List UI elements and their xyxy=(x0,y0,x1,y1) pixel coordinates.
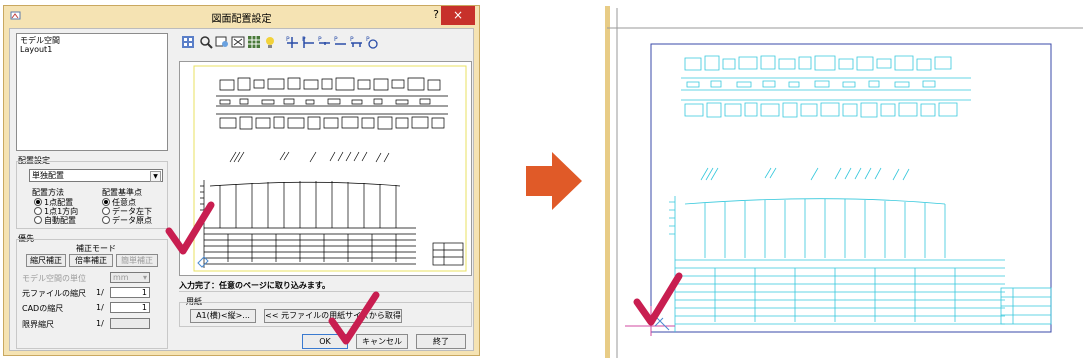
p-right-icon[interactable]: P xyxy=(317,35,331,49)
cad-scale-label: CADの縮尺 xyxy=(22,304,64,313)
p-bottom-icon[interactable]: P xyxy=(333,35,347,49)
svg-text:P: P xyxy=(334,36,338,43)
src-scale-label: 元ファイルの縮尺 xyxy=(22,289,86,298)
p-left-icon[interactable]: P xyxy=(301,35,315,49)
limit-scale-label: 限界縮尺 xyxy=(22,320,54,329)
ratio-correct-button[interactable]: 倍率補正 xyxy=(69,254,113,267)
zoom-icon[interactable] xyxy=(199,35,213,49)
radio-base-origin[interactable]: データ原点 xyxy=(102,215,152,226)
p-center-icon[interactable]: P xyxy=(349,35,363,49)
simple-correct-button[interactable]: 簡単補正 xyxy=(116,254,158,267)
radio-dot xyxy=(102,216,110,224)
help-button[interactable]: ? xyxy=(433,8,439,21)
fit-icon[interactable] xyxy=(231,35,245,49)
check-mark-icon xyxy=(328,291,380,345)
cad-scale-prefix: 1/ xyxy=(96,303,104,312)
radio-dot xyxy=(102,198,110,206)
cad-scale-field[interactable]: 1 xyxy=(110,302,150,313)
scale-correct-button[interactable]: 縮尺補正 xyxy=(26,254,66,267)
zoom-window-icon[interactable] xyxy=(215,35,229,49)
exit-button[interactable]: 終了 xyxy=(416,334,466,349)
preview-canvas xyxy=(193,65,467,272)
list-item[interactable]: モデル空間 xyxy=(20,36,164,45)
placement-combo[interactable]: 単独配置 ▼ xyxy=(29,169,163,182)
limit-scale-field[interactable] xyxy=(110,318,150,329)
placement-dialog: 図面配置設定 ? × モデル空間 Layout1 配置設定 単独配置 ▼ 配置方… xyxy=(3,5,480,356)
grid-icon[interactable] xyxy=(247,35,261,49)
title-bar[interactable]: 図面配置設定 ? × xyxy=(4,6,479,26)
src-scale-field[interactable]: 1 xyxy=(110,287,150,298)
drawing-preview[interactable] xyxy=(179,61,472,276)
bulb-icon[interactable] xyxy=(263,35,277,49)
check-mark-icon xyxy=(633,272,683,326)
src-scale-prefix: 1/ xyxy=(96,288,104,297)
mode-label: 補正モード xyxy=(76,244,116,253)
radio-dot xyxy=(102,207,110,215)
limit-scale-prefix: 1/ xyxy=(96,319,104,328)
svg-text:P: P xyxy=(350,36,354,43)
chevron-down-icon: ▾ xyxy=(142,273,147,282)
placement-combo-value: 単独配置 xyxy=(32,171,64,180)
layer-icon[interactable] xyxy=(181,35,195,49)
close-button[interactable]: × xyxy=(441,6,475,25)
check-mark-icon xyxy=(165,201,215,255)
result-layout-view xyxy=(605,6,1083,358)
radio-dot xyxy=(34,207,42,215)
arrow-right-icon xyxy=(526,152,582,210)
status-message: 入力完了：任意のページに取り込みます。 xyxy=(179,281,331,290)
chevron-down-icon[interactable]: ▼ xyxy=(150,171,161,182)
radio-dot xyxy=(34,198,42,206)
paper-size-button[interactable]: A1(横)<縦>... xyxy=(190,309,256,323)
layout-list[interactable]: モデル空間 Layout1 xyxy=(16,33,168,151)
radio-method-auto[interactable]: 自動配置 xyxy=(34,215,76,226)
list-item[interactable]: Layout1 xyxy=(20,45,164,54)
dialog-body: モデル空間 Layout1 配置設定 単独配置 ▼ 配置方法 配置基準点 1点配… xyxy=(9,28,474,351)
p-rotate-icon[interactable]: P xyxy=(365,35,379,49)
dialog-title: 図面配置設定 xyxy=(211,14,272,25)
unit-select[interactable]: mm ▾ xyxy=(110,272,150,283)
preview-toolbar: P P P P P P xyxy=(179,33,472,53)
divider xyxy=(179,291,472,292)
svg-text:P: P xyxy=(318,36,322,43)
p-cross-icon[interactable]: P xyxy=(285,35,299,49)
unit-label: モデル空間の単位 xyxy=(22,274,86,283)
svg-text:P: P xyxy=(286,36,290,43)
radio-dot xyxy=(34,216,42,224)
